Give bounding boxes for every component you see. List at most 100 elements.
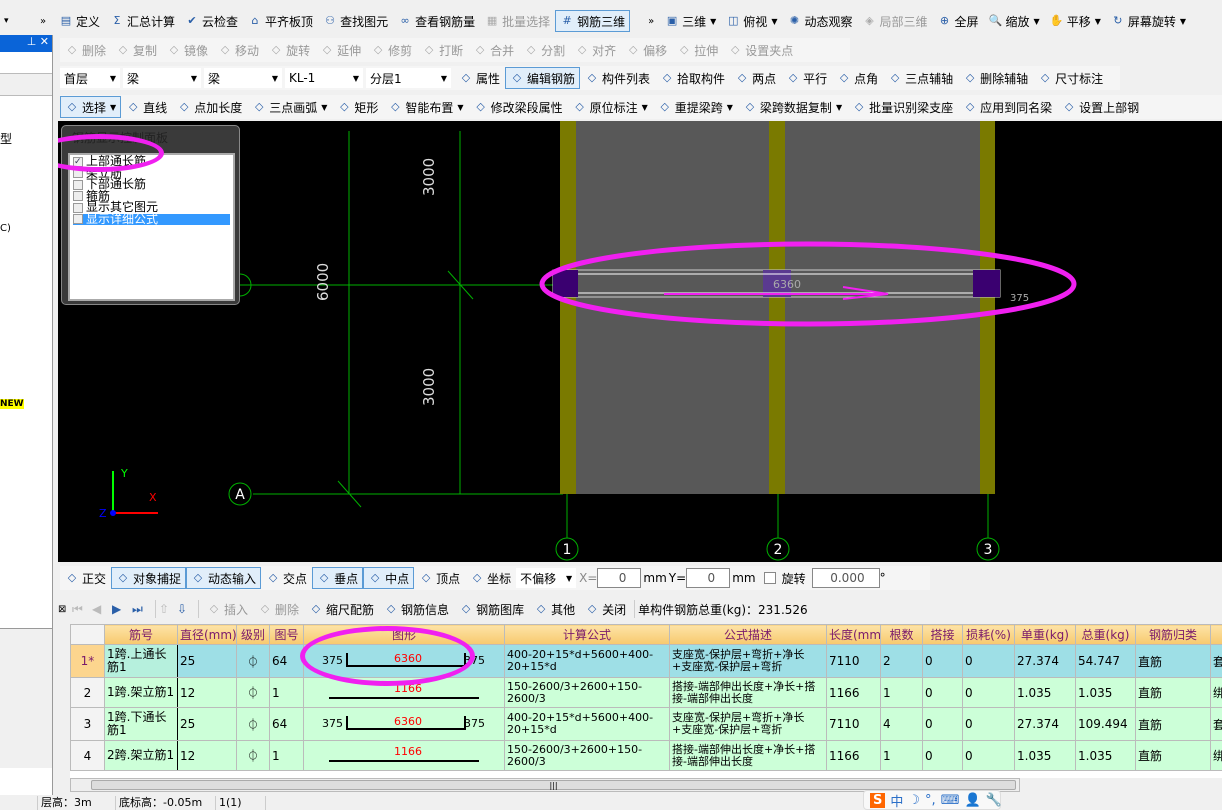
- toolbar-button[interactable]: ◇ 顶点: [414, 567, 465, 589]
- cell-fig[interactable]: 1: [269, 677, 304, 708]
- cell-formula[interactable]: 400-20+15*d+5600+400-20+15*d: [504, 644, 670, 678]
- row-number[interactable]: 4: [70, 740, 105, 771]
- cell-desc[interactable]: 支座宽-保护层+弯折+净长+支座宽-保护层+弯折: [669, 644, 827, 678]
- toolbar-button[interactable]: ▦ 批量选择: [480, 10, 555, 32]
- cell-desc[interactable]: 搭接-端部伸出长度+净长+搭接-端部伸出长度: [669, 740, 827, 771]
- ime-item[interactable]: ☽: [908, 793, 920, 808]
- cell-loss[interactable]: 0: [962, 677, 1015, 708]
- cell-total_w[interactable]: 1.035: [1075, 740, 1136, 771]
- toolbar-button[interactable]: ◇ 属性: [454, 67, 505, 89]
- toolbar-button[interactable]: ◇ 关闭: [580, 598, 631, 620]
- cell-loss[interactable]: 0: [962, 707, 1015, 741]
- toolbar-button[interactable]: ◇ 重提梁跨 ▼: [653, 96, 738, 118]
- prev-icon[interactable]: ◀: [92, 602, 112, 616]
- floor-component-select[interactable]: 梁 ▼: [123, 68, 201, 88]
- chevron-down-icon[interactable]: ▼: [771, 17, 777, 26]
- x-input[interactable]: 0: [597, 568, 642, 588]
- column-header[interactable]: 级别: [236, 624, 270, 645]
- toolbar-button[interactable]: ⚇ 查找图元: [318, 10, 393, 32]
- toolbar-button[interactable]: ◇ 智能布置 ▼: [383, 96, 468, 118]
- toolbar-button[interactable]: ▤ 定义: [54, 10, 105, 32]
- toolbar-button[interactable]: ◇ 交点: [261, 567, 312, 589]
- chevron-down-icon[interactable]: ▼: [110, 103, 116, 112]
- checkbox[interactable]: [73, 202, 83, 213]
- cell-name[interactable]: 1跨.架立筋1: [104, 677, 178, 708]
- column-header[interactable]: 单重(kg): [1014, 624, 1076, 645]
- cell-extra[interactable]: 绑: [1210, 740, 1222, 771]
- column-header[interactable]: 计算公式: [504, 624, 670, 645]
- chevron-down-icon[interactable]: ▼: [836, 103, 842, 112]
- toolbar-button[interactable]: ◇ 其他: [529, 598, 580, 620]
- toolbar-button[interactable]: ◇ 设置上部钢: [1057, 96, 1144, 118]
- chevron-down-icon[interactable]: ▼: [1034, 17, 1040, 26]
- close-icon[interactable]: ✕: [40, 35, 49, 48]
- toolbar-button[interactable]: ◇ 修改梁段属性: [469, 96, 568, 118]
- cell-len[interactable]: 1166: [826, 740, 881, 771]
- checkbox[interactable]: [73, 214, 83, 225]
- cell-extra[interactable]: 套: [1210, 707, 1222, 741]
- toolbar-button[interactable]: ◇ 中点: [363, 567, 415, 589]
- cell-total_w[interactable]: 54.747: [1075, 644, 1136, 678]
- toolbar-button[interactable]: ◇ 修剪: [366, 39, 417, 61]
- row-number[interactable]: 2: [70, 677, 105, 708]
- column-header[interactable]: 搭: [1210, 624, 1222, 645]
- chevron-down-icon[interactable]: ▼: [1095, 17, 1101, 26]
- toolbar-button[interactable]: ◇ 缩尺配筋: [304, 598, 379, 620]
- cell-loss[interactable]: 0: [962, 740, 1015, 771]
- column-header[interactable]: 筋号: [104, 624, 178, 645]
- toolbar-button[interactable]: ◇ 原位标注 ▼: [568, 96, 653, 118]
- floor-component-select[interactable]: 梁 ▼: [204, 68, 282, 88]
- toolbar-button[interactable]: ◇ 两点: [730, 67, 781, 89]
- cell-dia[interactable]: 25: [177, 707, 237, 741]
- toolbar-button[interactable]: ◇ 坐标: [465, 567, 516, 589]
- cell-lap[interactable]: 0: [922, 707, 963, 741]
- up-icon[interactable]: ⇧: [159, 602, 177, 616]
- toolbar-button[interactable]: ◇ 设置夹点: [723, 39, 798, 61]
- toolbar-button[interactable]: ◇ 删除辅轴: [958, 67, 1033, 89]
- floor-component-select[interactable]: 分层1 ▼: [366, 68, 451, 88]
- cell-dia[interactable]: 12: [177, 740, 237, 771]
- row-number[interactable]: 3: [70, 707, 105, 741]
- cell-formula[interactable]: 150-2600/3+2600+150-2600/3: [504, 740, 670, 771]
- cell-type[interactable]: 直筋: [1135, 707, 1211, 741]
- cell-dia[interactable]: 12: [177, 677, 237, 708]
- toolbar-button[interactable]: ◇ 钢筋图库: [454, 598, 529, 620]
- cell-len[interactable]: 7110: [826, 707, 881, 741]
- toolbar-button[interactable]: ◇ 钢筋信息: [379, 598, 454, 620]
- table-row[interactable]: 4 2跨.架立筋1 12 ⏀ 1 1166 150-2600/3+2600+150-2600…: [70, 740, 1222, 771]
- toolbar-button[interactable]: # 钢筋三维: [555, 10, 631, 32]
- column-header[interactable]: 图号: [269, 624, 304, 645]
- cell-count[interactable]: 1: [880, 740, 923, 771]
- first-icon[interactable]: ⏮: [72, 602, 92, 617]
- cell-shape[interactable]: 375 375 6360: [303, 707, 505, 741]
- toolbar-button[interactable]: ✔ 云检查: [180, 10, 243, 32]
- down-icon[interactable]: ⇩: [177, 602, 195, 616]
- cell-name[interactable]: 2跨.架立筋1: [104, 740, 178, 771]
- toolbar-button[interactable]: ◇ 编辑钢筋: [505, 67, 581, 89]
- column-header[interactable]: 总重(kg): [1075, 624, 1136, 645]
- cell-lap[interactable]: 0: [922, 677, 963, 708]
- toolbar-button[interactable]: ◇ 垂点: [312, 567, 364, 589]
- column-header[interactable]: 搭接: [922, 624, 963, 645]
- chevron-down-icon[interactable]: ▼: [642, 103, 648, 112]
- toolbar-button[interactable]: ◇ 正交: [60, 567, 111, 589]
- offset-select[interactable]: 不偏移 ▼: [516, 568, 577, 588]
- column-header[interactable]: 钢筋归类: [1135, 624, 1211, 645]
- cell-fig[interactable]: 64: [269, 644, 304, 678]
- table-row[interactable]: 3 1跨.下通长筋1 25 ⏀ 64 375 375 6360 400-20+15*d+5600…: [70, 707, 1222, 741]
- cell-len[interactable]: 1166: [826, 677, 881, 708]
- ime-toolbar[interactable]: S 中 ☽ °, ⌨ 👤 🔧: [863, 790, 1002, 810]
- column-header[interactable]: 损耗(%): [962, 624, 1015, 645]
- floor-component-select[interactable]: KL-1 ▼: [285, 68, 363, 88]
- checkbox[interactable]: [73, 191, 83, 202]
- cell-grade[interactable]: ⏀: [236, 644, 270, 678]
- column-header[interactable]: 直径(mm): [177, 624, 237, 645]
- cell-shape[interactable]: 1166: [303, 740, 505, 771]
- toolbar-button[interactable]: ◇ 移动: [213, 39, 264, 61]
- y-input[interactable]: 0: [686, 568, 731, 588]
- toolbar-button[interactable]: ◇ 偏移: [621, 39, 672, 61]
- cell-grade[interactable]: ⏀: [236, 740, 270, 771]
- toolbar-button[interactable]: ◇ 平行: [781, 67, 832, 89]
- column-header[interactable]: 根数: [880, 624, 923, 645]
- chevron-down-icon[interactable]: ▼: [321, 103, 327, 112]
